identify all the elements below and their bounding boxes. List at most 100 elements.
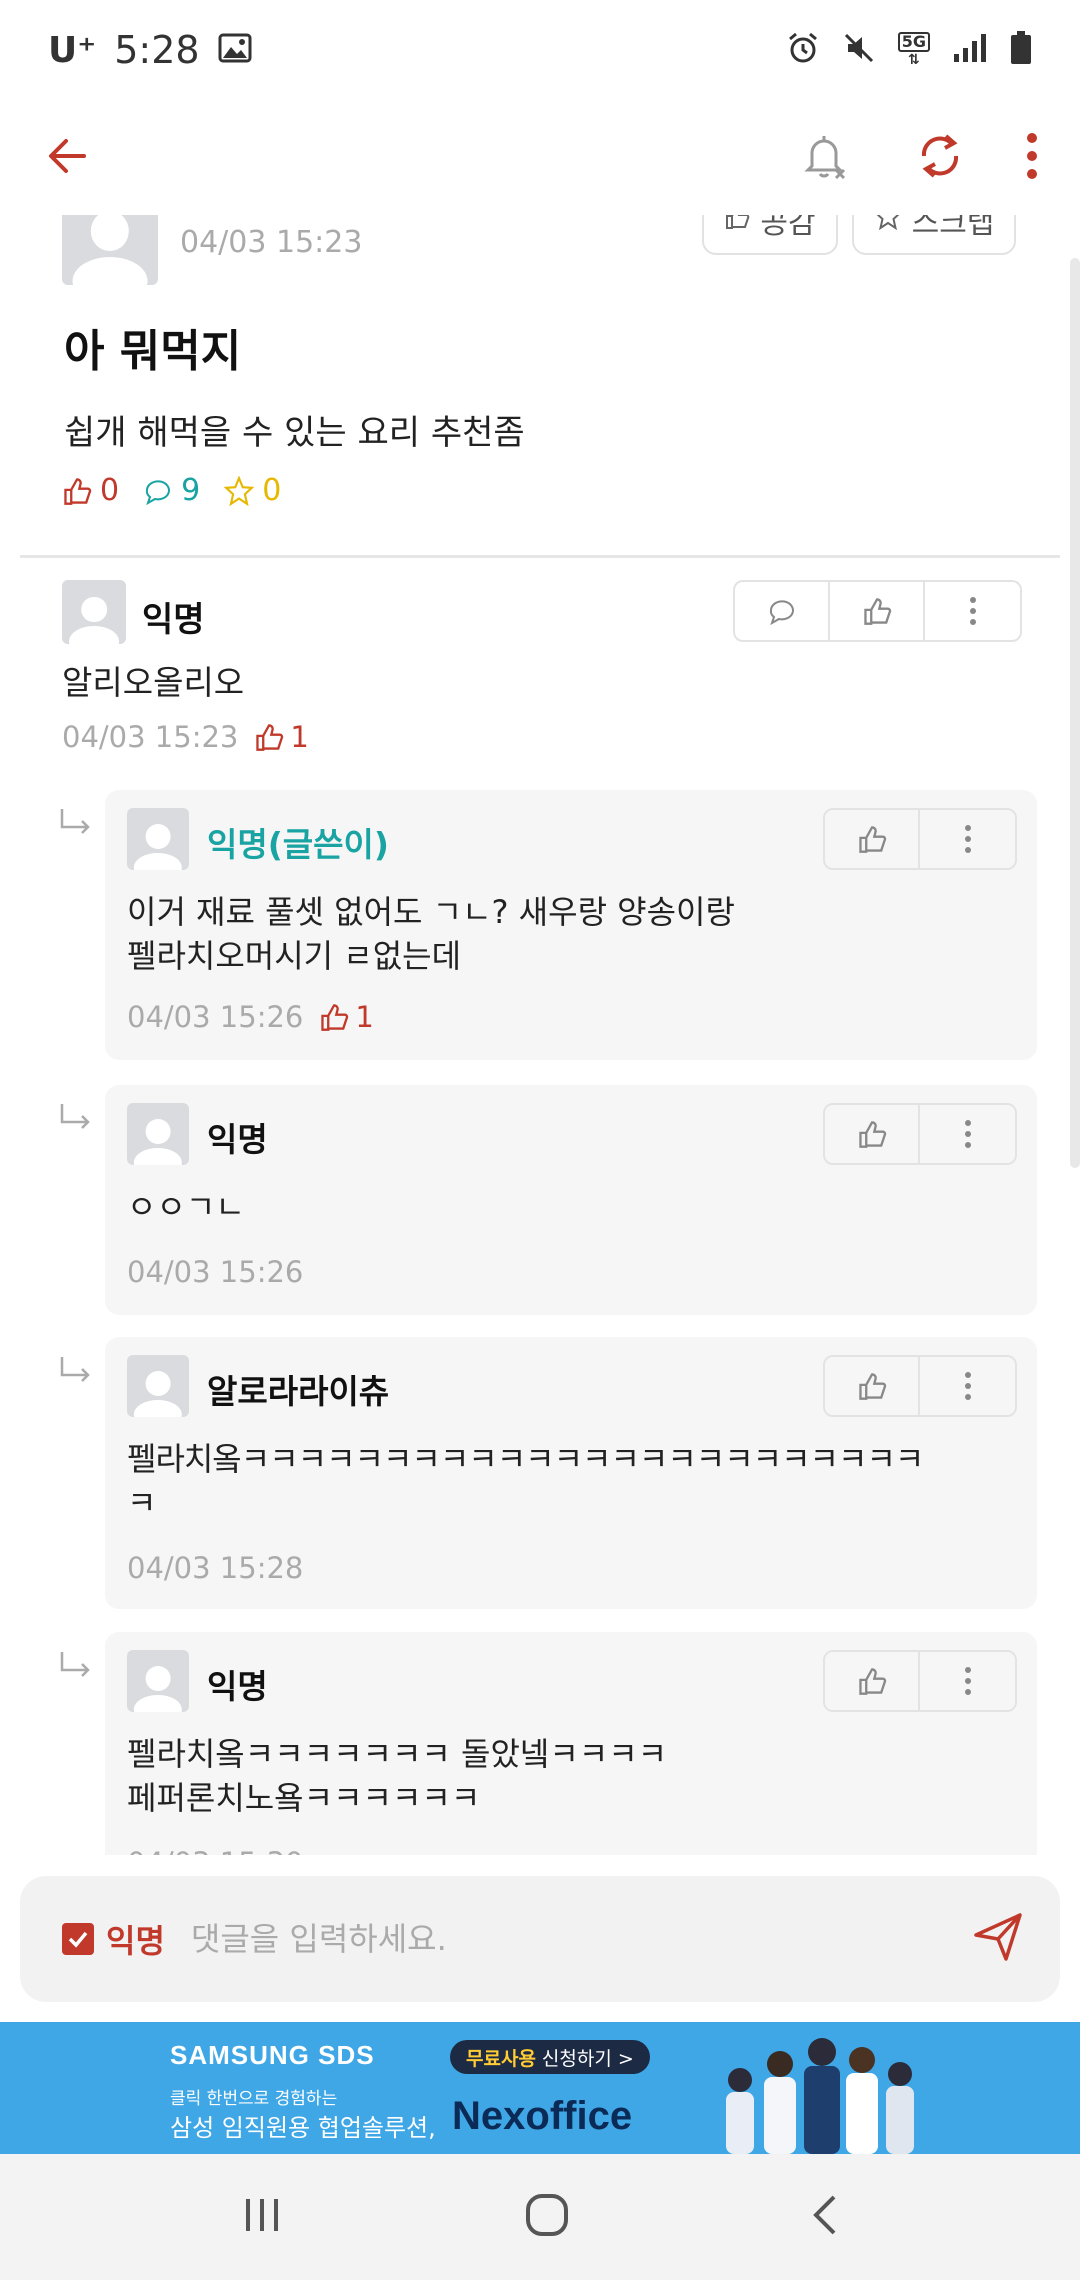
gallery-notification-icon xyxy=(218,28,252,72)
ad-banner[interactable]: SAMSUNG SDS 클릭 한번으로 경험하는 삼성 임직원용 협업솔루션, … xyxy=(0,2022,1080,2154)
reply-more-button[interactable] xyxy=(920,1652,1015,1710)
thumbs-up-icon xyxy=(858,1121,886,1148)
network-5g-icon: 5G ⇅ xyxy=(897,32,930,68)
mute-icon xyxy=(842,31,876,69)
comment-like-count: 1 xyxy=(254,720,309,754)
app-bar xyxy=(0,100,1080,215)
reply-date: 04/03 15:30 xyxy=(127,1846,303,1855)
notification-off-button[interactable] xyxy=(796,126,856,190)
reply-item: 익명 펠라치옼ㅋㅋㅋㅋㅋㅋㅋ 돌았넼ㅋㅋㅋㅋ 페퍼론치노욬ㅋㅋㅋㅋㅋㅋ 04/0… xyxy=(105,1632,1037,1855)
reply-text-line: 페퍼론치노욬ㅋㅋㅋㅋㅋㅋ xyxy=(127,1779,481,1817)
like-count: 1 xyxy=(290,720,309,754)
comment-author: 익명 xyxy=(142,600,205,640)
reply-arrow-icon xyxy=(58,807,94,841)
post-content[interactable]: 04/03 15:23 공감 스크랩 아 뭐먹지 쉽개 해먹을 수 있는 요리 … xyxy=(0,215,1080,1855)
comment-icon xyxy=(146,479,171,505)
reply-like-button[interactable] xyxy=(825,1357,920,1415)
reply-text-line: ㅋ xyxy=(127,1484,156,1522)
reply-item: 익명(글쓴이) 이거 재료 풀셋 없어도 ㄱㄴ? 새우랑 양송이랑 펠라치오머시… xyxy=(105,790,1037,1060)
comment-icon xyxy=(769,600,794,626)
reply-date: 04/03 15:26 xyxy=(127,1000,304,1034)
star-icon xyxy=(224,475,255,506)
post-title: 아 뭐먹지 xyxy=(64,326,242,377)
reply-arrow-icon xyxy=(58,1102,94,1136)
reply-text-line: 펠라치오머시기 ㄹ없는데 xyxy=(127,937,462,975)
comment-item: 익명 알리오올리오 04/03 15:23 1 xyxy=(62,580,1022,754)
reply-more-button[interactable] xyxy=(920,810,1015,868)
anonymous-checkbox[interactable] xyxy=(62,1923,94,1955)
reply-more-button[interactable] xyxy=(920,1105,1015,1163)
status-bar: U⁺ 5:28 5G ⇅ xyxy=(0,0,1080,100)
divider xyxy=(20,555,1060,558)
post-comment-count: 9 xyxy=(143,473,200,508)
avatar xyxy=(127,1103,189,1165)
comment-more-button[interactable] xyxy=(925,582,1020,640)
thumbs-up-icon xyxy=(64,477,92,505)
reply-text: 이거 재료 풀셋 없어도 ㄱㄴ? 새우랑 양송이랑 펠라치오머시기 ㄹ없는데 xyxy=(127,890,1017,978)
reply-text-line: 이거 재료 풀셋 없어도 ㄱㄴ? 새우랑 양송이랑 xyxy=(127,893,735,931)
more-vertical-icon xyxy=(964,1667,971,1695)
ad-subtitle: 클릭 한번으로 경험하는 xyxy=(170,2089,338,2109)
reply-like-button[interactable] xyxy=(825,1105,920,1163)
more-vertical-icon xyxy=(964,1120,971,1148)
reply-arrow-icon xyxy=(58,1355,94,1389)
comment-date: 04/03 15:23 xyxy=(62,720,239,754)
comment-like-button[interactable] xyxy=(830,582,925,640)
more-options-button[interactable] xyxy=(1024,131,1040,185)
reply-author: 익명 xyxy=(207,1667,268,1706)
clock: 5:28 xyxy=(114,28,200,72)
system-nav-bar xyxy=(0,2154,1080,2280)
ad-product-name: Nexoffice xyxy=(452,2094,633,2138)
ad-cta-button[interactable]: 무료사용 신청하기 > xyxy=(450,2040,650,2074)
reply-like-count: 1 xyxy=(319,1000,374,1034)
like-chip-button[interactable]: 공감 xyxy=(702,215,838,255)
reply-meta: 04/03 15:26 xyxy=(127,1255,303,1289)
send-button[interactable] xyxy=(972,1911,1024,1967)
recent-apps-button[interactable] xyxy=(240,2195,284,2239)
scrap-count: 0 xyxy=(262,473,282,508)
scrollbar[interactable] xyxy=(1070,258,1080,1168)
reply-author: 익명(글쓴이) xyxy=(207,825,389,864)
scrap-chip-label: 스크랩 xyxy=(911,215,995,241)
reply-date: 04/03 15:26 xyxy=(127,1255,304,1289)
scrap-chip-button[interactable]: 스크랩 xyxy=(852,215,1016,255)
like-count: 0 xyxy=(100,473,120,508)
network-type-label: 5G xyxy=(897,32,930,52)
reply-item: 익명 ㅇㅇㄱㄴ 04/03 15:26 xyxy=(105,1085,1037,1315)
post-like-count: 0 xyxy=(62,473,119,508)
system-back-button[interactable] xyxy=(810,2193,840,2241)
reply-like-button[interactable] xyxy=(825,1652,920,1710)
back-button[interactable] xyxy=(40,129,94,187)
home-button[interactable] xyxy=(524,2192,570,2242)
reply-actions xyxy=(823,1650,1017,1712)
avatar xyxy=(127,1650,189,1712)
post-date: 04/03 15:23 xyxy=(180,225,363,260)
recent-apps-icon xyxy=(246,2199,278,2231)
comment-meta: 04/03 15:23 1 xyxy=(62,720,309,754)
reply-button[interactable] xyxy=(735,582,830,640)
star-icon xyxy=(874,215,902,238)
comment-count: 9 xyxy=(181,473,201,508)
reply-more-button[interactable] xyxy=(920,1357,1015,1415)
reply-arrow-icon xyxy=(58,1650,94,1684)
ad-subtitle-2: 삼성 임직원용 협업솔루션, xyxy=(170,2114,436,2142)
reply-meta: 04/03 15:26 1 xyxy=(127,1000,374,1034)
reply-like-button[interactable] xyxy=(825,810,920,868)
more-vertical-icon xyxy=(964,825,971,853)
check-icon xyxy=(68,1931,88,1948)
reply-author: 알로라라이츄 xyxy=(207,1372,390,1411)
reply-text-line: 펠라치옼ㅋㅋㅋㅋㅋㅋㅋ 돌았넼ㅋㅋㅋㅋ xyxy=(127,1735,668,1773)
comment-input[interactable] xyxy=(190,1920,972,1958)
home-icon xyxy=(526,2194,568,2236)
more-vertical-icon xyxy=(969,597,976,625)
comment-actions xyxy=(733,580,1022,642)
reply-author: 익명 xyxy=(207,1120,268,1159)
reply-text: 펠라치옼ㅋㅋㅋㅋㅋㅋㅋㅋㅋㅋㅋㅋㅋㅋㅋㅋㅋㅋㅋㅋㅋㅋㅋㅋ ㅋ xyxy=(127,1437,1017,1525)
carrier-label: U⁺ xyxy=(48,29,97,71)
post-header: 04/03 15:23 공감 스크랩 xyxy=(62,215,1022,285)
thumbs-up-icon xyxy=(256,724,284,751)
refresh-button[interactable] xyxy=(912,128,968,188)
ad-people-illustration xyxy=(726,2038,914,2154)
alarm-icon xyxy=(786,31,820,69)
comment-text: 알리오올리오 xyxy=(62,663,245,702)
